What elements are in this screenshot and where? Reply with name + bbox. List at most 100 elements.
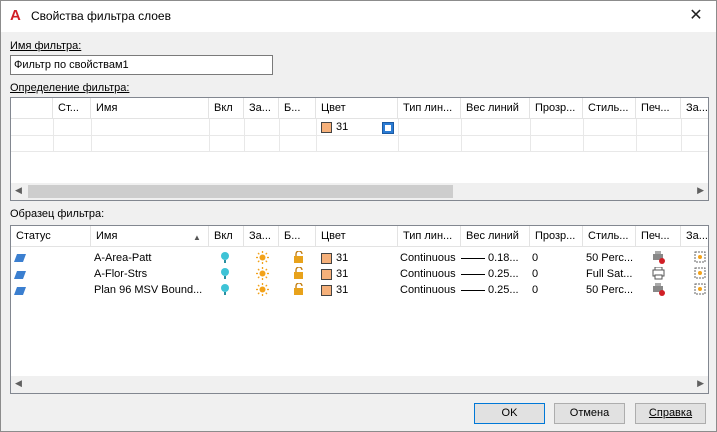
def-col-plot[interactable]: Печ... [636, 98, 681, 119]
filter-definition-grid[interactable]: Ст... Имя Вкл За... Б... Цвет Тип лин...… [10, 97, 709, 201]
lightbulb-on-icon[interactable] [220, 251, 230, 264]
col-status[interactable]: Статус [11, 226, 91, 247]
def-col-transparency[interactable]: Прозр... [530, 98, 583, 119]
layer-plot-style[interactable]: 50 Perc... [586, 282, 633, 298]
def-col-on[interactable]: Вкл [209, 98, 244, 119]
grid-divider [583, 119, 584, 152]
def-col-freeze[interactable]: За... [244, 98, 279, 119]
layer-name[interactable]: A-Area-Patt [94, 250, 151, 266]
grid-divider [91, 119, 92, 152]
sun-thawed-icon[interactable] [256, 283, 269, 296]
unlocked-icon[interactable] [293, 267, 305, 279]
layer-plot-style[interactable]: 50 Perc... [586, 250, 633, 266]
def-col-lineweight[interactable]: Вес линий [461, 98, 530, 119]
grid-divider [681, 119, 682, 152]
filter-definition-label: Определение фильтра: [10, 82, 130, 94]
help-button[interactable]: Справка [635, 403, 706, 424]
color-swatch[interactable] [321, 253, 332, 264]
definition-header: Ст... Имя Вкл За... Б... Цвет Тип лин...… [11, 98, 708, 119]
col-name-label: Имя [96, 230, 118, 242]
viewport-freeze-icon[interactable] [694, 251, 706, 263]
layer-name[interactable]: Plan 96 MSV Bound... [94, 282, 202, 298]
def-col-linetype[interactable]: Тип лин... [398, 98, 461, 119]
printer-icon[interactable] [652, 267, 666, 280]
autocad-logo-icon: A [10, 7, 21, 24]
layer-linetype[interactable]: Continuous [400, 266, 456, 282]
col-plot-style[interactable]: Стиль... [583, 226, 636, 247]
layer-lineweight[interactable]: 0.25... [488, 266, 519, 282]
col-plot[interactable]: Печ... [636, 226, 681, 247]
viewport-freeze-icon[interactable] [694, 267, 706, 279]
grid-divider [530, 119, 531, 152]
sun-thawed-icon[interactable] [256, 251, 269, 264]
filter-preview-grid[interactable]: Статус Имя ▲ Вкл За... Б... Цвет Тип лин… [10, 225, 709, 394]
layer-lineweight[interactable]: 0.18... [488, 250, 519, 266]
col-vp-freeze[interactable]: За... [681, 226, 708, 247]
def-col-lock[interactable]: Б... [279, 98, 316, 119]
def-col-color[interactable]: Цвет [316, 98, 398, 119]
lightbulb-on-icon[interactable] [220, 267, 230, 280]
definition-horizontal-scrollbar[interactable]: ◀ ▶ [11, 183, 708, 200]
col-lineweight[interactable]: Вес линий [461, 226, 530, 247]
layer-transparency[interactable]: 0 [532, 250, 538, 266]
close-button[interactable]: ✕ [686, 6, 706, 26]
grid-divider [11, 135, 708, 136]
color-swatch[interactable] [321, 122, 332, 133]
color-swatch[interactable] [321, 269, 332, 280]
color-swatch[interactable] [321, 285, 332, 296]
printer-no-plot-icon[interactable] [652, 251, 666, 264]
scroll-thumb[interactable] [28, 185, 453, 198]
def-col-plot-style[interactable]: Стиль... [583, 98, 636, 119]
help-button-label: Справка [648, 407, 693, 419]
lineweight-sample [461, 290, 485, 291]
unlocked-icon[interactable] [293, 283, 305, 295]
layer-transparency[interactable]: 0 [532, 266, 538, 282]
col-linetype[interactable]: Тип лин... [398, 226, 461, 247]
ok-button[interactable]: OK [474, 403, 545, 424]
def-col-name[interactable]: Имя [91, 98, 209, 119]
filter-name-input[interactable]: Фильтр по свойствам1 [10, 55, 273, 75]
grid-divider [11, 151, 708, 152]
title-bar: A Свойства фильтра слоев ✕ [1, 1, 716, 32]
sun-thawed-icon[interactable] [256, 267, 269, 280]
dialog-title: Свойства фильтра слоев [31, 9, 171, 23]
layer-status-icon [14, 271, 26, 279]
viewport-freeze-icon[interactable] [694, 283, 706, 295]
def-col-status[interactable]: Ст... [53, 98, 91, 119]
layer-color[interactable]: 31 [336, 282, 348, 298]
layer-color[interactable]: 31 [336, 250, 348, 266]
col-color[interactable]: Цвет [316, 226, 398, 247]
scroll-right-icon[interactable]: ▶ [697, 185, 704, 196]
col-lock[interactable]: Б... [279, 226, 316, 247]
scroll-left-icon[interactable]: ◀ [15, 185, 22, 196]
preview-horizontal-scrollbar[interactable]: ◀ ▶ [11, 376, 708, 393]
grid-divider [244, 119, 245, 152]
cancel-button[interactable]: Отмена [554, 403, 625, 424]
lightbulb-on-icon[interactable] [220, 283, 230, 296]
layer-name[interactable]: A-Flor-Strs [94, 266, 147, 282]
def-color-value[interactable]: 31 [336, 119, 348, 135]
definition-row-header-col [11, 98, 53, 119]
layer-color[interactable]: 31 [336, 266, 348, 282]
col-freeze[interactable]: За... [244, 226, 279, 247]
layer-filter-properties-dialog: A Свойства фильтра слоев ✕ Имя фильтра: … [0, 0, 717, 432]
layer-lineweight[interactable]: 0.25... [488, 282, 519, 298]
def-col-vp-freeze[interactable]: За... [681, 98, 708, 119]
layer-plot-style[interactable]: Full Sat... [586, 266, 632, 282]
grid-divider [316, 119, 317, 152]
grid-divider [461, 119, 462, 152]
col-name[interactable]: Имя [91, 226, 209, 247]
color-picker-icon[interactable] [382, 122, 394, 134]
layer-linetype[interactable]: Continuous [400, 282, 456, 298]
layer-linetype[interactable]: Continuous [400, 250, 456, 266]
layer-transparency[interactable]: 0 [532, 282, 538, 298]
col-transparency[interactable]: Прозр... [530, 226, 583, 247]
grid-divider [209, 119, 210, 152]
scroll-right-icon[interactable]: ▶ [697, 378, 704, 389]
scroll-left-icon[interactable]: ◀ [15, 378, 22, 389]
printer-no-plot-icon[interactable] [652, 283, 666, 296]
unlocked-icon[interactable] [293, 251, 305, 263]
grid-divider [53, 119, 54, 152]
sort-ascending-icon: ▲ [193, 233, 201, 242]
col-on[interactable]: Вкл [209, 226, 244, 247]
